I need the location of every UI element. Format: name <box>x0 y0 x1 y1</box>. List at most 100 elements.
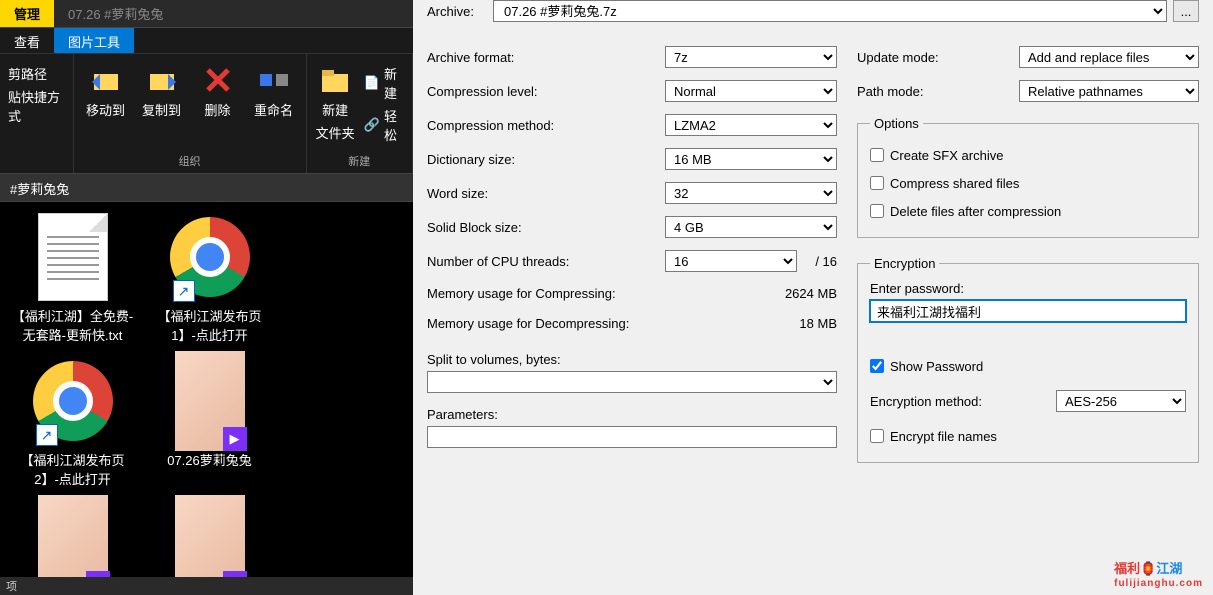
enc-method-combo[interactable]: AES-256 <box>1056 390 1186 412</box>
logo-part2: 江湖 <box>1156 561 1182 576</box>
delafter-checkbox[interactable] <box>870 204 884 218</box>
logo-part1: 福利 <box>1114 561 1140 576</box>
copy-to-icon <box>146 64 178 96</box>
mem-decompress-label: Memory usage for Decompressing: <box>427 316 629 331</box>
browse-button[interactable]: ... <box>1173 0 1199 22</box>
method-combo[interactable]: LZMA2 <box>665 114 837 136</box>
rename-label: 重命名 <box>254 100 293 119</box>
mem-compress-value: 2624 MB <box>785 286 837 301</box>
delafter-label: Delete files after compression <box>890 204 1061 219</box>
copy-to-button[interactable]: 复制到 <box>134 58 190 151</box>
file-item[interactable]: ↗【福利江湖发布页2】-点此打开 <box>10 356 135 488</box>
params-input[interactable] <box>427 426 837 448</box>
ribbon-tabs: 查看 图片工具 <box>0 28 413 54</box>
split-label: Split to volumes, bytes: <box>427 352 837 367</box>
shared-row[interactable]: Compress shared files <box>870 169 1186 197</box>
copy-to-label: 复制到 <box>142 100 181 119</box>
showpw-row[interactable]: Show Password <box>870 352 1186 380</box>
rename-icon <box>258 64 290 96</box>
ribbon-tab-view[interactable]: 查看 <box>0 28 54 53</box>
play-badge-icon: ▶ <box>223 427 247 451</box>
file-name-label: 07.26萝莉兔兔 <box>167 450 252 469</box>
easy-access-icon: 🔗 <box>364 117 380 133</box>
split-combo[interactable] <box>427 371 837 393</box>
sfx-checkbox[interactable] <box>870 148 884 162</box>
shortcut-arrow-icon: ↗ <box>173 280 195 302</box>
encnames-row[interactable]: Encrypt file names <box>870 422 1186 450</box>
status-bar: 项 <box>0 577 413 595</box>
solid-combo[interactable]: 4 GB <box>665 216 837 238</box>
7zip-add-dialog: Archive: 07.26 #萝莉兔兔.7z ... Archive form… <box>413 0 1213 595</box>
params-label: Parameters: <box>427 407 837 422</box>
tab-manage[interactable]: 管理 <box>0 0 54 27</box>
file-name-label: 【福利江湖】全免费-无套路-更新快.txt <box>10 306 135 344</box>
rename-button[interactable]: 重命名 <box>246 58 302 151</box>
shortcut-arrow-icon: ↗ <box>36 424 58 446</box>
file-name-label: 【福利江湖发布页1】-点此打开 <box>147 306 272 344</box>
password-input[interactable] <box>870 300 1186 322</box>
breadcrumb[interactable]: #萝莉兔兔 <box>0 174 413 202</box>
dict-combo[interactable]: 16 MB <box>665 148 837 170</box>
shared-checkbox[interactable] <box>870 176 884 190</box>
archive-path-combo[interactable]: 07.26 #萝莉兔兔.7z <box>493 0 1167 22</box>
ribbon-cut-path[interactable]: 剪路径 <box>8 64 65 83</box>
pathmode-combo[interactable]: Relative pathnames <box>1019 80 1199 102</box>
file-explorer: 管理 07.26 #萝莉兔兔 查看 图片工具 剪路径 贴快捷方式 移动到 复制到 <box>0 0 413 595</box>
new-folder-label2: 文件夹 <box>316 123 355 142</box>
options-group: Options Create SFX archive Compress shar… <box>857 116 1199 238</box>
lantern-icon: 🏮 <box>1140 561 1156 576</box>
explorer-title-tabs: 管理 07.26 #萝莉兔兔 <box>0 0 413 28</box>
left-column: Archive format:7z Compression level:Norm… <box>427 40 837 481</box>
tab-folder-path[interactable]: 07.26 #萝莉兔兔 <box>54 0 177 27</box>
solid-label: Solid Block size: <box>427 220 665 235</box>
text-file-icon <box>38 213 108 301</box>
ribbon-tab-image-tools[interactable]: 图片工具 <box>54 28 134 53</box>
mem-decompress-value: 18 MB <box>799 316 837 331</box>
file-thumb: ▶ <box>165 500 255 577</box>
ribbon-new-item[interactable]: 📄新建 <box>364 64 404 102</box>
ribbon-easy-access[interactable]: 🔗轻松 <box>364 106 404 144</box>
sfx-row[interactable]: Create SFX archive <box>870 141 1186 169</box>
format-combo[interactable]: 7z <box>665 46 837 68</box>
watermark-logo: 福利🏮江湖 fulijianghu.com <box>1114 557 1203 589</box>
level-combo[interactable]: Normal <box>665 80 837 102</box>
showpw-checkbox[interactable] <box>870 359 884 373</box>
dict-label: Dictionary size: <box>427 152 665 167</box>
new-folder-label1: 新建 <box>322 100 348 119</box>
encnames-checkbox[interactable] <box>870 429 884 443</box>
ribbon-group-new: 新建 <box>348 151 370 171</box>
file-item[interactable]: ▶07.26萝莉兔兔 <box>147 356 272 488</box>
enter-password-label: Enter password: <box>870 281 1186 296</box>
video-thumbnail: ▶ <box>175 351 245 451</box>
word-combo[interactable]: 32 <box>665 182 837 204</box>
file-thumb: ▶ <box>28 500 118 577</box>
new-folder-button[interactable]: 新建 文件夹 <box>311 58 360 151</box>
archive-label: Archive: <box>427 4 487 19</box>
threads-combo[interactable]: 16 <box>665 250 797 272</box>
file-item[interactable]: 【福利江湖】全免费-无套路-更新快.txt <box>10 212 135 344</box>
file-item[interactable]: ▶07.26萝莉兔兔 <box>147 500 272 577</box>
threads-total: / 16 <box>797 254 837 269</box>
video-thumbnail: ▶ <box>38 495 108 577</box>
encryption-group: Encryption Enter password: Show Password… <box>857 256 1199 463</box>
sfx-label: Create SFX archive <box>890 148 1003 163</box>
encnames-label: Encrypt file names <box>890 429 997 444</box>
video-thumbnail: ▶ <box>175 495 245 577</box>
delafter-row[interactable]: Delete files after compression <box>870 197 1186 225</box>
new-folder-icon <box>319 64 351 96</box>
file-thumb: ↗ <box>28 356 118 446</box>
encryption-legend: Encryption <box>870 256 939 271</box>
update-combo[interactable]: Add and replace files <box>1019 46 1199 68</box>
new-item-icon: 📄 <box>364 75 380 91</box>
showpw-label: Show Password <box>890 359 983 374</box>
update-label: Update mode: <box>857 50 1019 65</box>
threads-label: Number of CPU threads: <box>427 254 665 269</box>
file-thumb: ↗ <box>165 212 255 302</box>
method-label: Compression method: <box>427 118 665 133</box>
file-item[interactable]: ↗ 【福利江湖发布页1】-点此打开 <box>147 212 272 344</box>
ribbon-paste-shortcut[interactable]: 贴快捷方式 <box>8 87 65 125</box>
move-to-button[interactable]: 移动到 <box>78 58 134 151</box>
delete-button[interactable]: 删除 <box>190 58 246 151</box>
file-item[interactable]: ▶07.26萝莉兔兔 <box>10 500 135 577</box>
right-column: Update mode:Add and replace files Path m… <box>857 40 1199 481</box>
